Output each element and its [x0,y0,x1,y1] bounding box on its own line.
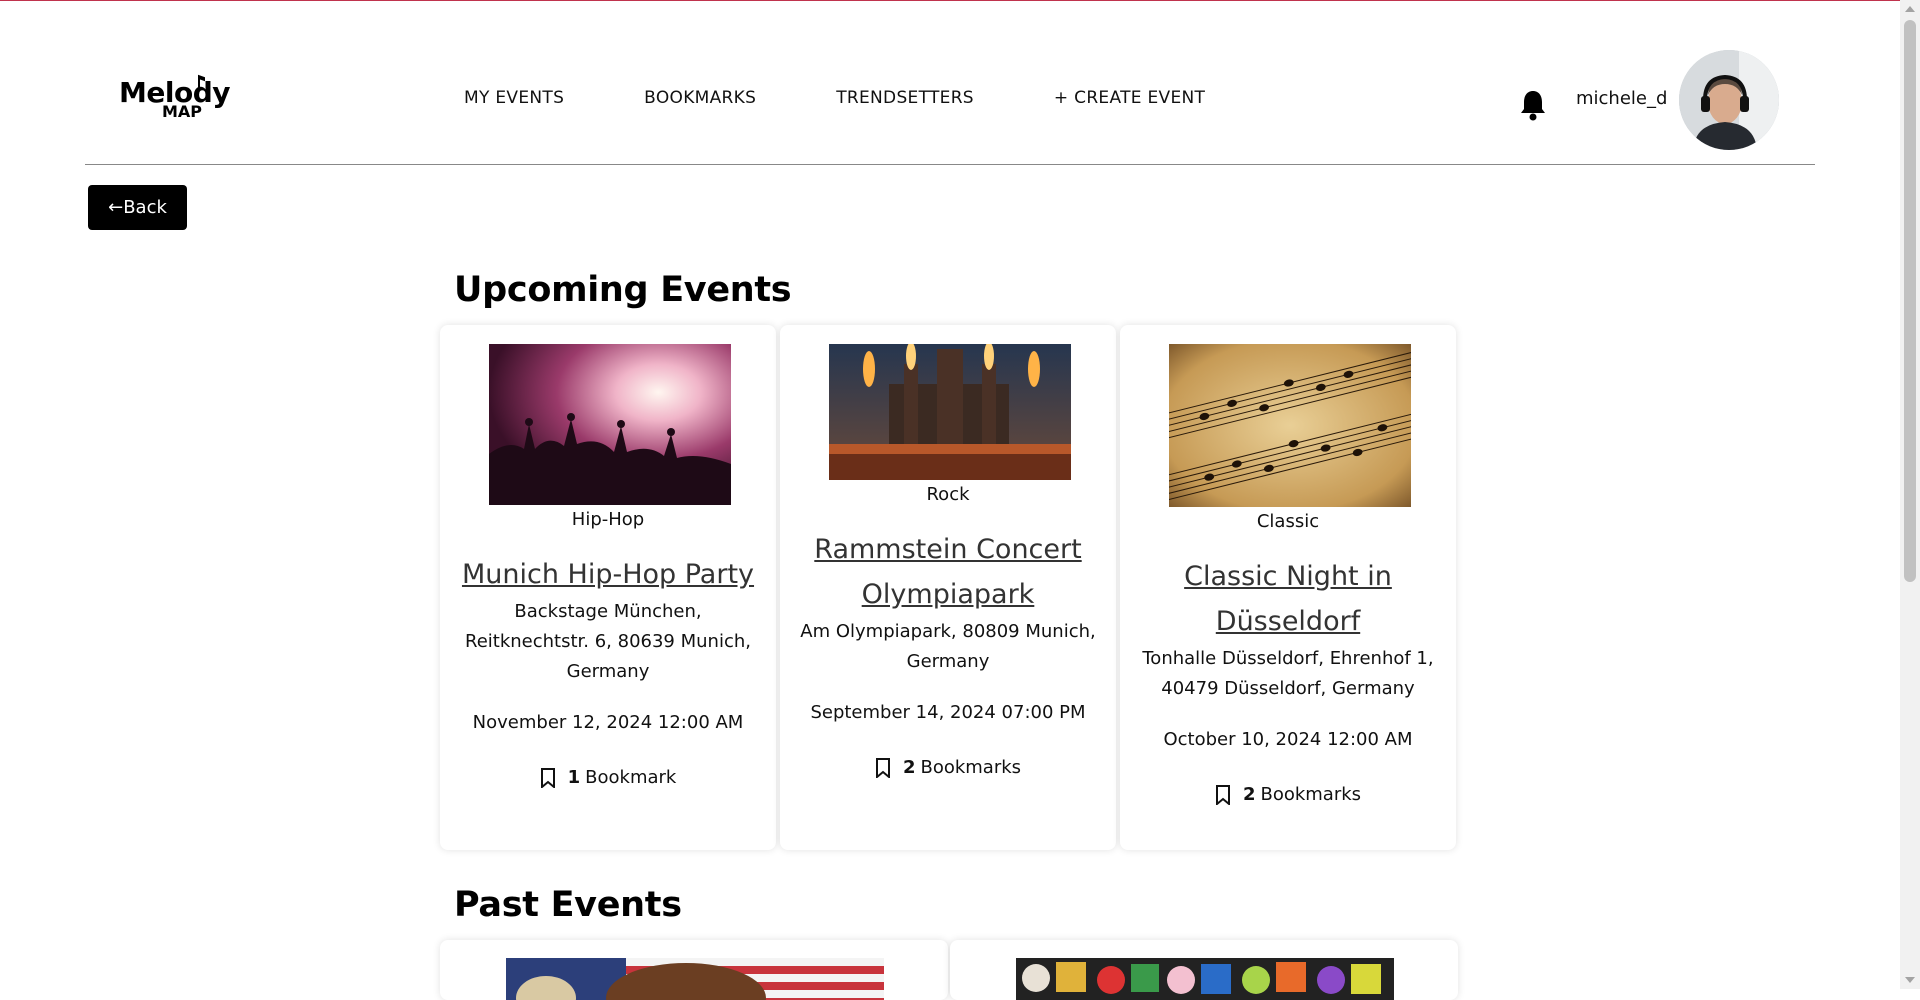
past-event-card [950,940,1458,1000]
scrollbar-thumb[interactable] [1904,20,1916,582]
event-image-crowd[interactable] [489,344,731,505]
event-date: November 12, 2024 12:00 AM [472,712,744,733]
event-card: Classic Classic Night in Düsseldorf Tonh… [1120,325,1456,850]
event-genre: Hip-Hop [571,509,645,530]
bookmark-label: Bookmarks [920,757,1022,778]
nav-my-events[interactable]: MY EVENTS [464,88,564,108]
past-event-image-flag[interactable] [506,958,884,1000]
notification-bell-icon[interactable] [1517,88,1549,122]
event-card: Hip-Hop Munich Hip-Hop Party Backstage M… [440,325,776,850]
avatar[interactable] [1679,50,1779,150]
upcoming-events-heading: Upcoming Events [454,270,792,310]
event-card: Rock Rammstein Concert Olympiapark Am Ol… [780,325,1116,850]
event-date: October 10, 2024 12:00 AM [1163,729,1413,750]
bookmark-label: Bookmarks [1260,784,1362,805]
bookmark-icon[interactable] [1215,784,1231,805]
page-scrollbar[interactable] [1900,0,1920,989]
event-address: Tonhalle Düsseldorf, Ehrenhof 1, 40479 D… [1142,648,1434,699]
nav-bookmarks[interactable]: BOOKMARKS [644,88,756,108]
nav-trendsetters[interactable]: TRENDSETTERS [836,88,974,108]
past-event-card [440,940,948,1000]
bookmark-control[interactable]: 2 Bookmarks [1120,784,1456,805]
event-address: Am Olympiapark, 80809 Munich, Germany [800,621,1096,672]
music-note-icon [198,76,200,90]
event-genre: Rock [926,484,970,505]
bookmark-control[interactable]: 2 Bookmarks [780,757,1116,778]
back-button[interactable]: ←Back [88,185,187,230]
nav-create-event[interactable]: + CREATE EVENT [1054,88,1205,108]
event-date: September 14, 2024 07:00 PM [810,702,1086,723]
bookmark-icon[interactable] [540,767,556,788]
bookmark-control[interactable]: 1 Bookmark [440,767,776,788]
logo-text-map: MAP [162,102,203,121]
past-events-heading: Past Events [454,885,682,925]
event-image-rock-stage[interactable] [829,342,1071,480]
bookmark-label: Bookmark [585,767,677,788]
scroll-down-arrow-icon[interactable] [1905,977,1915,983]
site-header: Melody MAP MY EVENTS BOOKMARKS TRENDSETT… [85,0,1815,165]
bookmark-count: 2 [1242,784,1256,805]
event-title-link[interactable]: Munich Hip-Hop Party [450,552,766,597]
bookmark-icon[interactable] [875,757,891,778]
scroll-up-arrow-icon[interactable] [1905,6,1915,12]
main-nav: MY EVENTS BOOKMARKS TRENDSETTERS + CREAT… [464,88,1285,108]
event-title-link[interactable]: Classic Night in Düsseldorf [1130,554,1446,644]
event-title-link[interactable]: Rammstein Concert Olympiapark [790,527,1106,617]
username[interactable]: michele_d [1576,88,1667,109]
event-image-sheet-music[interactable] [1143,344,1436,507]
past-event-image-collage[interactable] [1016,958,1394,1000]
melody-map-logo[interactable]: Melody MAP [119,76,230,124]
bookmark-count: 1 [567,767,581,788]
bookmark-count: 2 [902,757,916,778]
event-genre: Classic [1256,511,1320,532]
event-address: Backstage München, Reitknechtstr. 6, 806… [465,601,751,682]
